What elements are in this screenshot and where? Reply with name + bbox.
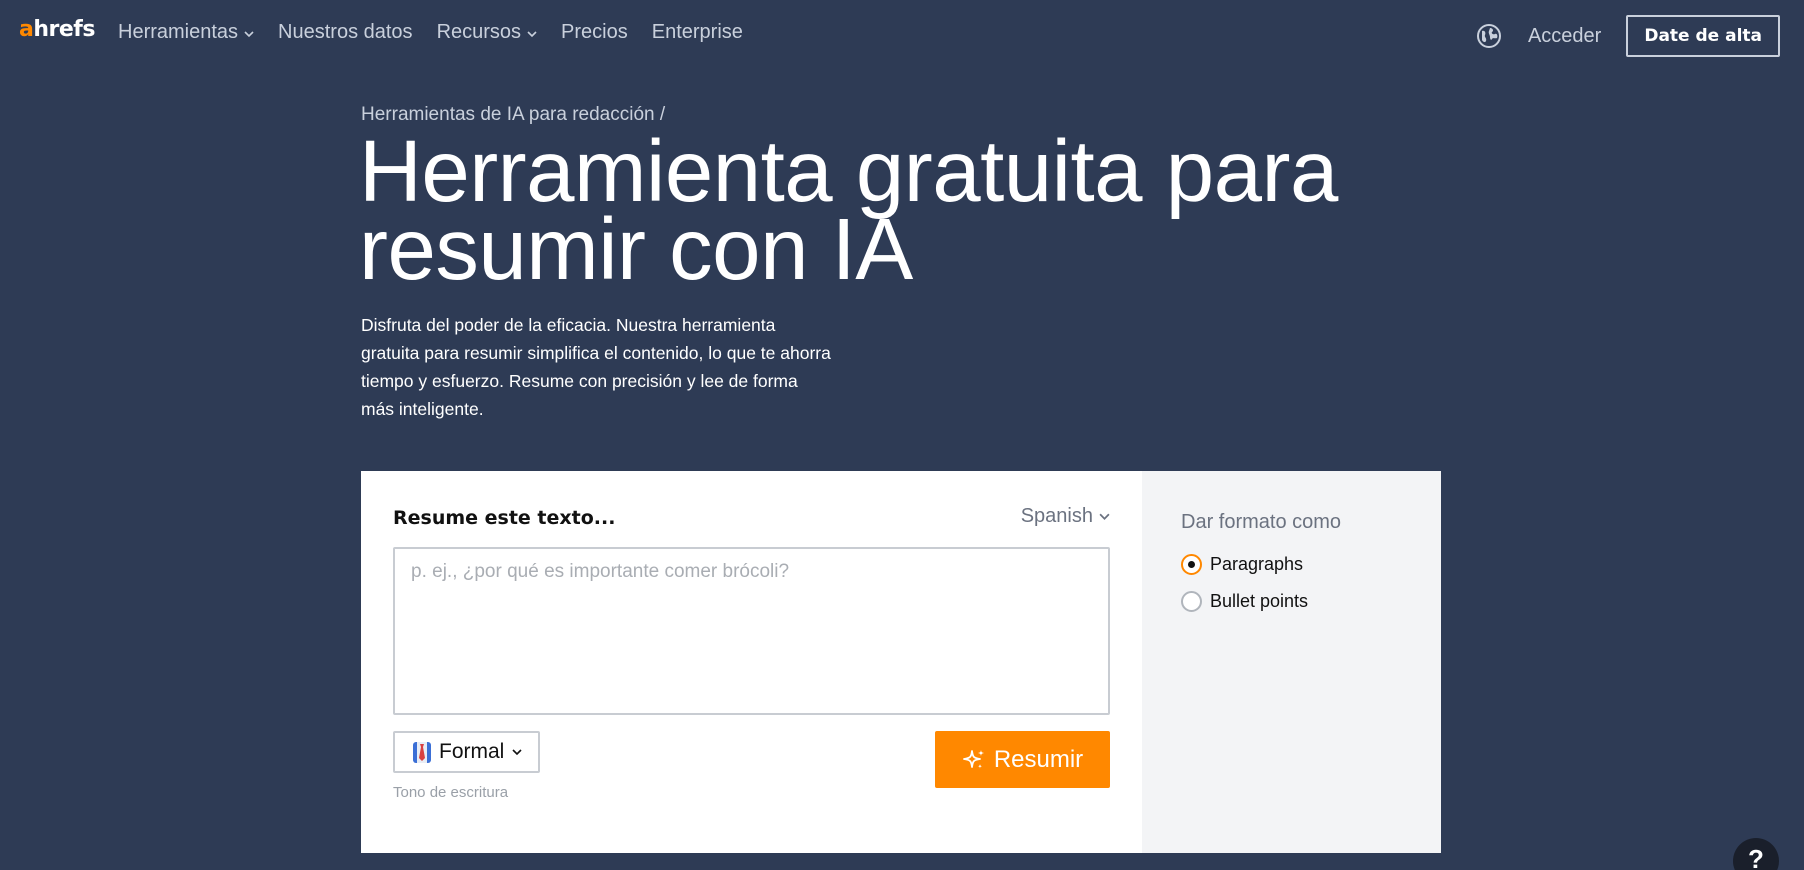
nav-right: Acceder Date de alta [1476, 15, 1780, 57]
radio-checked[interactable] [1181, 554, 1202, 575]
format-option-bullet-points[interactable]: Bullet points [1181, 591, 1308, 612]
chevron-down-icon [512, 749, 522, 756]
summarize-button[interactable]: Resumir [935, 731, 1110, 788]
summarize-button-label: Resumir [993, 745, 1084, 773]
nav-links: Herramientas Nuestros datos Recursos Pre… [118, 19, 743, 45]
tone-select[interactable]: Formal [393, 731, 540, 773]
nav-item-label: Enterprise [651, 21, 743, 43]
input-label: Resume este texto... [393, 507, 616, 529]
nav-item-precios[interactable]: Precios [561, 19, 628, 45]
nav-item-recursos[interactable]: Recursos [437, 19, 537, 45]
tone-value: Formal [439, 740, 505, 763]
radio-label: Paragraphs [1210, 554, 1304, 574]
nav-item-label: Herramientas [118, 21, 239, 43]
hero-description: Disfruta del poder de la eficacia. Nuest… [361, 315, 831, 419]
format-panel: Dar formato como Paragraphs Bullet point… [1142, 471, 1441, 853]
radio-unchecked[interactable] [1181, 591, 1202, 612]
nav-item-herramientas[interactable]: Herramientas [118, 19, 254, 45]
language-select[interactable]: Spanish [1021, 505, 1110, 528]
chevron-down-icon [527, 31, 537, 38]
page-title: Herramienta gratuita para resumir con IA [359, 123, 1338, 298]
nav-item-label: Precios [561, 21, 628, 43]
necktie-emoji-icon [413, 742, 431, 763]
nav-item-nuestros-datos[interactable]: Nuestros datos [278, 19, 413, 45]
tone-help-text: Tono de escritura [393, 784, 509, 801]
format-label: Dar formato como [1181, 511, 1342, 533]
summarizer-main-panel: Resume este texto... Spanish Formal Tono… [361, 471, 1142, 853]
nav-item-enterprise[interactable]: Enterprise [652, 19, 743, 45]
help-button[interactable]: ? [1733, 838, 1779, 870]
radio-label: Bullet points [1210, 591, 1309, 611]
chevron-down-icon [1099, 513, 1110, 520]
chevron-down-icon [244, 31, 254, 38]
top-nav: ahrefs Herramientas Nuestros datos Recur… [0, 0, 1804, 68]
signup-button[interactable]: Date de alta [1626, 15, 1780, 57]
login-link[interactable]: Acceder [1528, 25, 1601, 48]
text-input[interactable] [393, 547, 1110, 715]
summarizer-card: Resume este texto... Spanish Formal Tono… [361, 471, 1441, 853]
format-option-paragraphs[interactable]: Paragraphs [1181, 554, 1303, 575]
nav-item-label: Recursos [436, 21, 522, 43]
ahrefs-logo[interactable]: ahrefs [19, 16, 95, 44]
logo-letter-a: a [19, 17, 34, 42]
globe-icon[interactable] [1476, 23, 1502, 49]
language-value: Spanish [1020, 505, 1093, 527]
sparkle-icon [962, 749, 984, 768]
logo-text: hrefs [33, 17, 95, 42]
nav-item-label: Nuestros datos [278, 21, 413, 43]
